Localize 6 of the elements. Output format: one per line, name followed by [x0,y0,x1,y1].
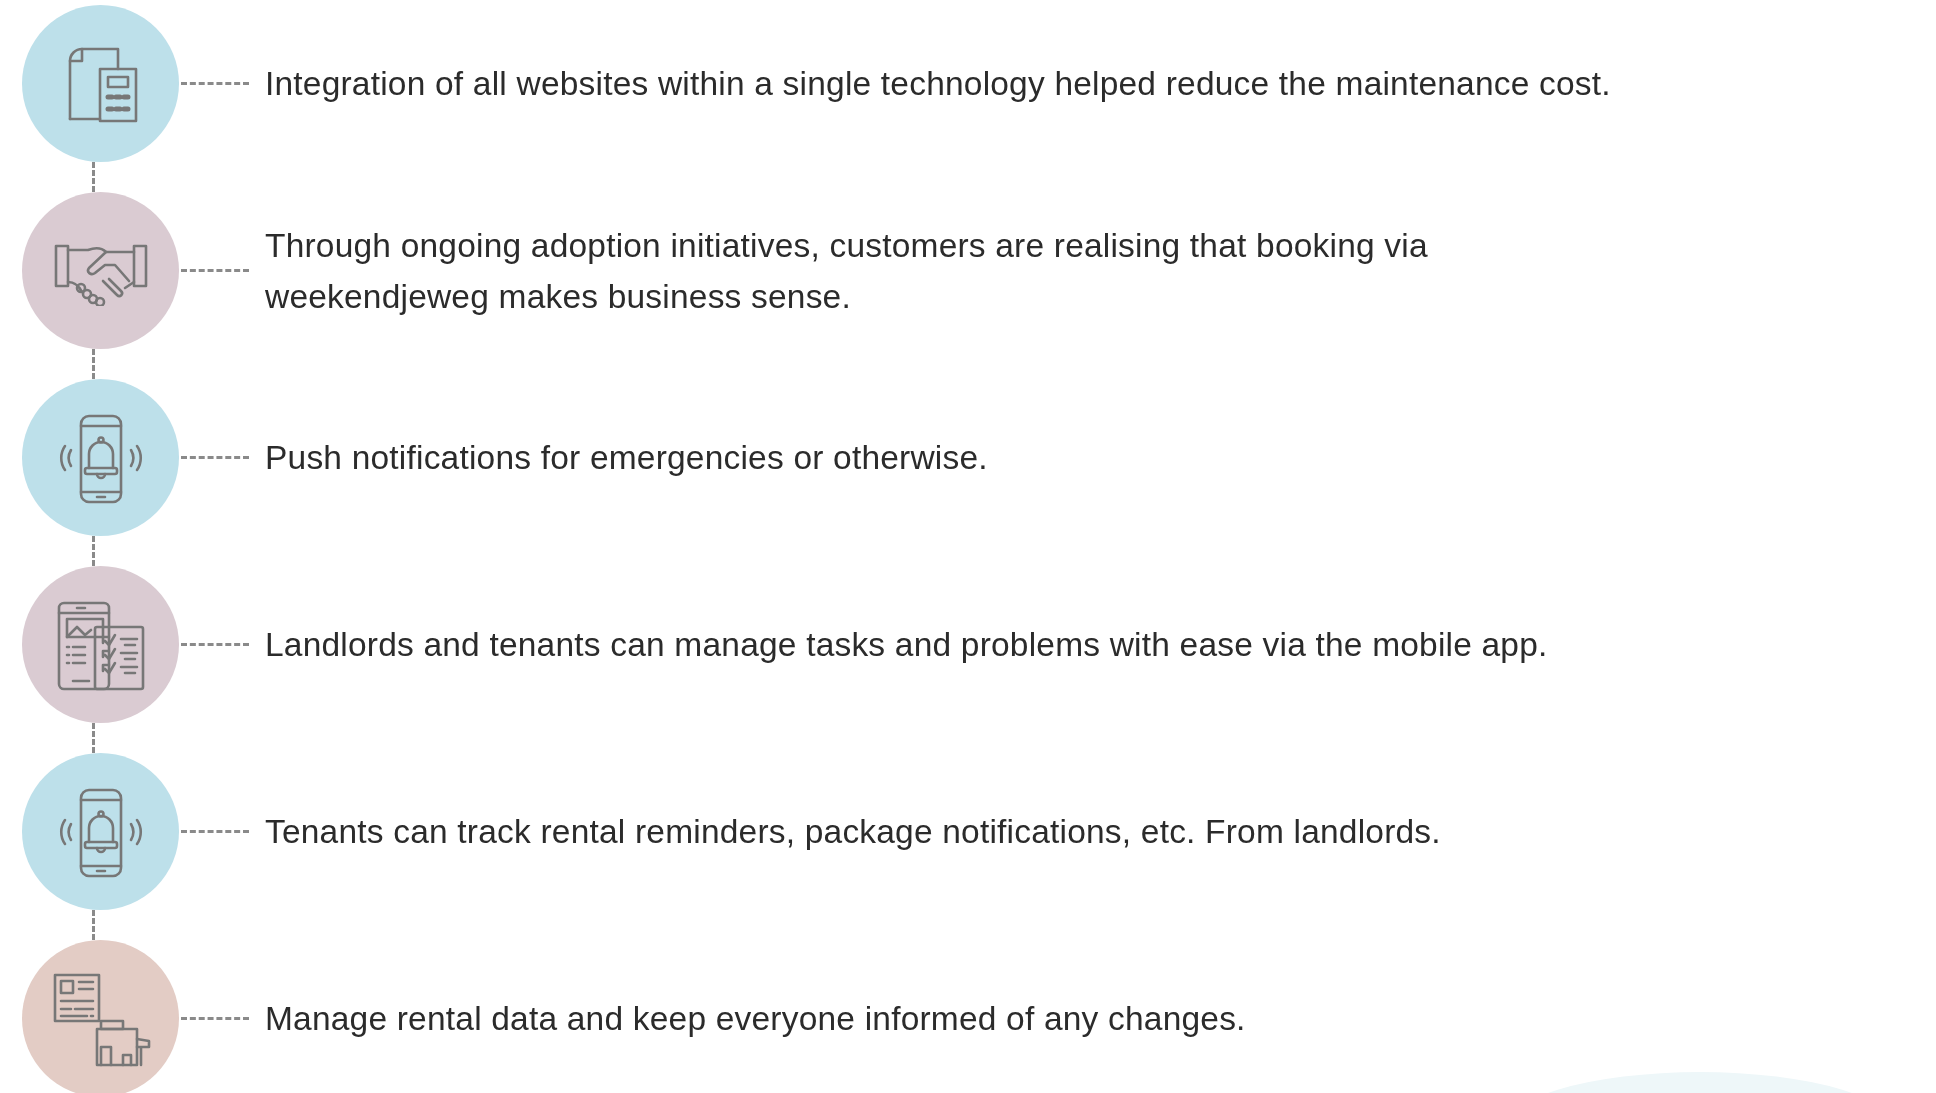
feature-text: Tenants can track rental reminders, package notifications, etc. From landlords. [265,812,1441,852]
feature-text: Integration of all websites within a single technology helped reduce the maintenance cost. [265,64,1611,104]
feature-text: Push notifications for emergencies or otherwise. [265,438,988,478]
feature-text: Manage rental data and keep everyone informed of any changes. [265,999,1246,1039]
feature-text: Through ongoing adoption initiatives, customers are realising that booking via weekendjeweg makes business sense. [265,225,1428,317]
feature-text: Landlords and tenants can manage tasks and problems with ease via the mobile app. [265,625,1548,665]
